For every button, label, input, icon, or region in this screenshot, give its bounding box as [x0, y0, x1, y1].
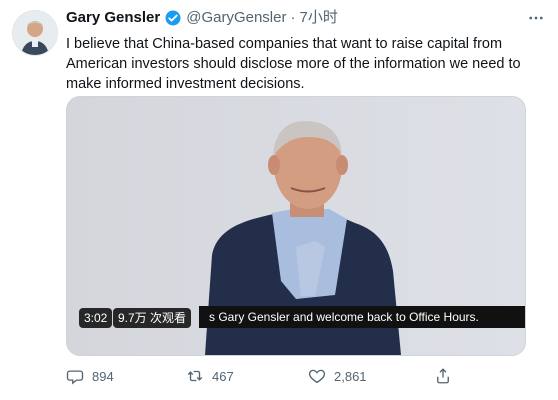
heart-icon [308, 369, 326, 384]
avatar[interactable] [12, 10, 58, 56]
tweet-text: I believe that China-based companies tha… [66, 36, 521, 92]
like-button[interactable]: 2,861 [308, 366, 367, 386]
reply-button[interactable]: 894 [66, 366, 114, 386]
author-name[interactable]: Gary Gensler [66, 8, 160, 28]
retweet-button[interactable]: 467 [186, 366, 234, 386]
retweet-icon [187, 370, 203, 382]
share-button[interactable] [434, 366, 460, 386]
tweet-card[interactable]: Gary Gensler @GaryGensler · 7小时 I believ… [0, 0, 558, 400]
tweet-actions: 894 467 2,861 [66, 366, 526, 386]
tweet-header: Gary Gensler @GaryGensler · 7小时 [66, 8, 546, 28]
like-count: 2,861 [334, 368, 367, 384]
tweet-time[interactable]: 7小时 [299, 8, 337, 28]
tweet-video[interactable]: s Gary Gensler and welcome back to Offic… [66, 96, 526, 356]
header-separator: · [290, 9, 296, 26]
author-handle[interactable]: @GaryGensler [186, 8, 286, 28]
retweet-count: 467 [212, 368, 234, 384]
tweet-content: Gary Gensler @GaryGensler · 7小时 I believ… [66, 8, 546, 94]
reply-icon [66, 370, 84, 385]
reply-count: 894 [92, 368, 114, 384]
more-icon[interactable] [524, 8, 548, 28]
video-subtitle: s Gary Gensler and welcome back to Offic… [199, 306, 525, 328]
video-duration: 3:02 [79, 308, 113, 328]
share-icon [437, 368, 449, 384]
verified-badge-icon [164, 9, 182, 27]
video-views: 9.7万 次观看 [113, 308, 192, 328]
